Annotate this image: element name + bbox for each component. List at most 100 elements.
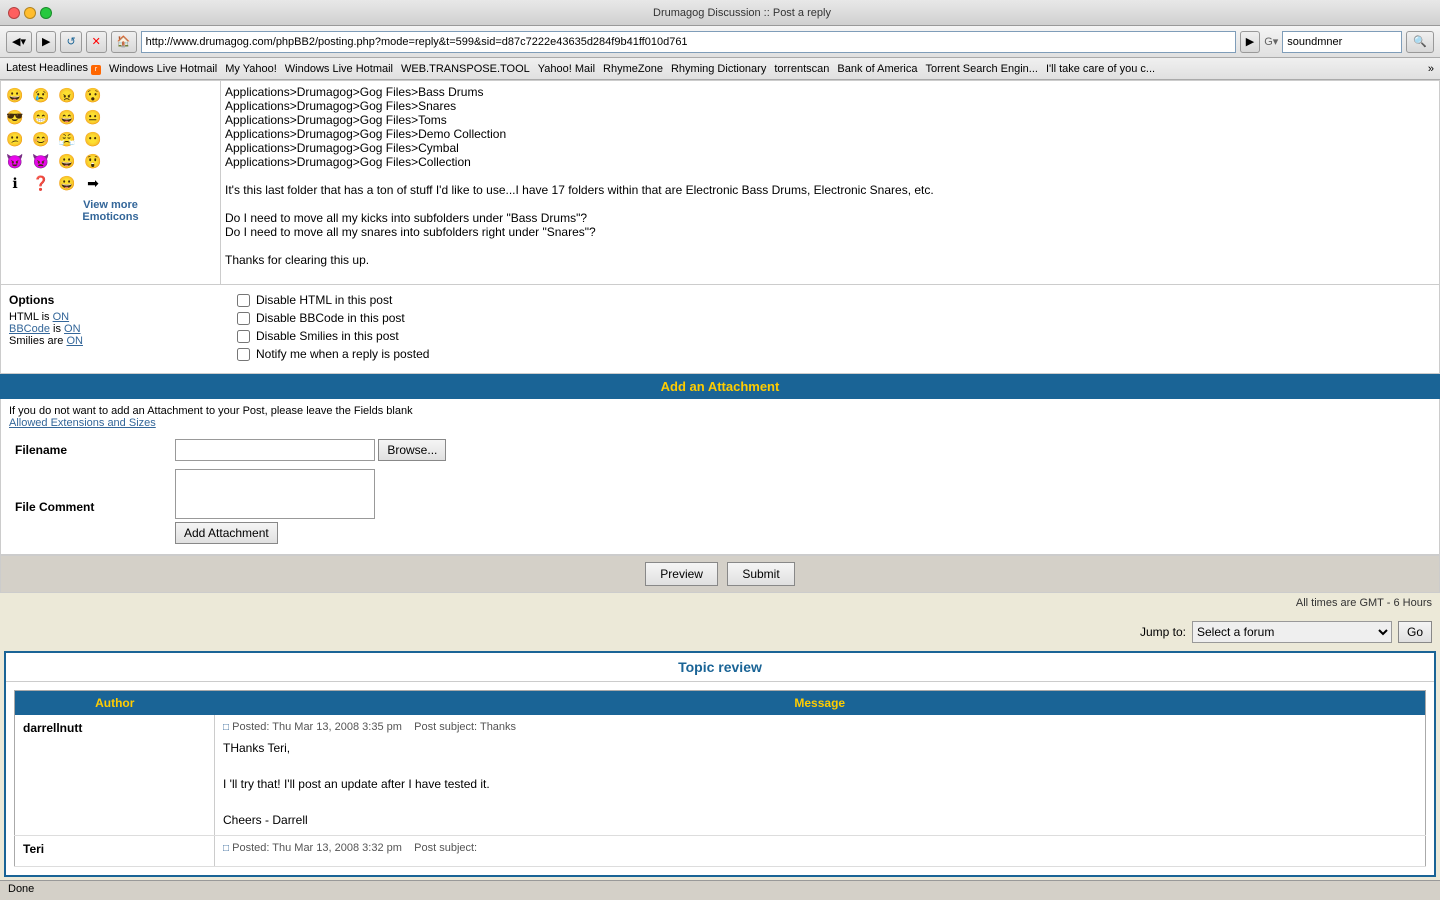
- address-bar[interactable]: [141, 31, 1236, 53]
- filename-label: Filename: [9, 435, 169, 465]
- emoticon-15[interactable]: 😀: [57, 151, 77, 171]
- maximize-button[interactable]: [40, 7, 52, 19]
- author-cell-2: Teri: [15, 836, 215, 867]
- browse-button[interactable]: Browse...: [378, 439, 446, 461]
- main-wrapper: 😀 😢 😠 😯 😎 😁 😄 😐 😕 😊 😤 😶 😈 👿 😀 😲: [0, 80, 1440, 593]
- bookmark-transpose[interactable]: WEB.TRANSPOSE.TOOL: [401, 63, 530, 75]
- emoticon-4[interactable]: 😯: [83, 85, 103, 105]
- notify-checkbox[interactable]: [237, 348, 250, 361]
- attachment-header: Add an Attachment: [0, 374, 1440, 399]
- bookmark-rhymezone[interactable]: RhymeZone: [603, 63, 663, 75]
- emoticon-14[interactable]: 👿: [31, 151, 51, 171]
- emoticon-16[interactable]: 😲: [83, 151, 103, 171]
- emoticon-11[interactable]: 😤: [57, 129, 77, 149]
- emoticons-panel: 😀 😢 😠 😯 😎 😁 😄 😐 😕 😊 😤 😶 😈 👿 😀 😲: [1, 81, 221, 284]
- disable-smilies-checkbox[interactable]: [237, 330, 250, 343]
- bookmark-yahoo[interactable]: My Yahoo!: [225, 63, 277, 75]
- options-left: Options HTML is ON BBCode is ON Smilies …: [9, 293, 229, 365]
- search-input[interactable]: [1282, 31, 1402, 53]
- html-status: HTML is ON: [9, 311, 229, 323]
- search-go-button[interactable]: 🔍: [1406, 31, 1434, 53]
- view-more-emoticons-link[interactable]: View moreEmoticons: [5, 199, 216, 223]
- author-cell-1: darrellnutt: [15, 715, 215, 836]
- file-comment-textarea[interactable]: [175, 469, 375, 519]
- bbcode-on-link[interactable]: ON: [64, 323, 81, 335]
- window-controls[interactable]: [8, 7, 52, 19]
- disable-smilies-label: Disable Smilies in this post: [256, 329, 399, 343]
- bookmark-yahoomail[interactable]: Yahoo! Mail: [538, 63, 595, 75]
- html-link[interactable]: ON: [53, 311, 70, 323]
- bookmark-torrentscan[interactable]: torrentscan: [774, 63, 829, 75]
- emoticon-7[interactable]: 😄: [57, 107, 77, 127]
- post-subject-1: Post subject: Thanks: [414, 721, 516, 733]
- jump-select[interactable]: Select a forum: [1192, 621, 1392, 643]
- stop-button[interactable]: ✕: [86, 31, 107, 53]
- emoticon-18[interactable]: ❓: [31, 173, 51, 193]
- refresh-button[interactable]: ↺: [60, 31, 81, 53]
- message-cell-2: □ Posted: Thu Mar 13, 2008 3:32 pm Post …: [215, 836, 1426, 867]
- disable-bbcode-checkbox[interactable]: [237, 312, 250, 325]
- submit-row: Preview Submit: [0, 555, 1440, 593]
- bookmark-rhyming[interactable]: Rhyming Dictionary: [671, 63, 766, 75]
- post-icon-1: □: [223, 722, 229, 733]
- post-body-1: THanks Teri, I 'll try that! I'll post a…: [223, 739, 1417, 829]
- bookmark-latest-headlines[interactable]: Latest Headlines r: [6, 62, 101, 75]
- emoticon-20[interactable]: ➡: [83, 173, 103, 193]
- disable-bbcode-label: Disable BBCode in this post: [256, 311, 405, 325]
- attachment-table: Filename Browse... File Comment Add Atta…: [9, 435, 1431, 548]
- forward-button[interactable]: ▶: [36, 31, 56, 53]
- emoticon-grid: 😀 😢 😠 😯 😎 😁 😄 😐 😕 😊 😤 😶 😈 👿 😀 😲: [5, 85, 216, 193]
- emoticon-10[interactable]: 😊: [31, 129, 51, 149]
- emoticon-13[interactable]: 😈: [5, 151, 25, 171]
- emoticon-17[interactable]: ℹ: [5, 173, 25, 193]
- go-button[interactable]: ▶: [1240, 31, 1260, 53]
- topic-review-header: Topic review: [6, 653, 1434, 682]
- emoticon-12[interactable]: 😶: [83, 129, 103, 149]
- emoticon-5[interactable]: 😎: [5, 107, 25, 127]
- filename-row: Filename Browse...: [9, 435, 1431, 465]
- jump-go-button[interactable]: Go: [1398, 621, 1432, 643]
- minimize-button[interactable]: [24, 7, 36, 19]
- topic-table: Author Message darrellnutt □ Posted: Thu…: [14, 690, 1426, 867]
- bookmark-hotmail2[interactable]: Windows Live Hotmail: [285, 63, 393, 75]
- options-right: Disable HTML in this post Disable BBCode…: [229, 293, 1431, 365]
- emoticon-1[interactable]: 😀: [5, 85, 25, 105]
- checkbox-notify: Notify me when a reply is posted: [237, 347, 1431, 361]
- emoticon-9[interactable]: 😕: [5, 129, 25, 149]
- bbcode-link[interactable]: BBCode: [9, 323, 50, 335]
- bookmark-care[interactable]: I'll take care of you c...: [1046, 63, 1155, 75]
- back-button[interactable]: ◀▾: [6, 31, 32, 53]
- emoticon-2[interactable]: 😢: [31, 85, 51, 105]
- more-bookmarks[interactable]: »: [1428, 63, 1434, 75]
- table-row: Teri □ Posted: Thu Mar 13, 2008 3:32 pm …: [15, 836, 1426, 867]
- smilies-link[interactable]: ON: [66, 335, 83, 347]
- home-button[interactable]: 🏠: [111, 31, 137, 53]
- bookmark-hotmail1[interactable]: Windows Live Hotmail: [109, 63, 217, 75]
- emoticon-3[interactable]: 😠: [57, 85, 77, 105]
- options-section: Options HTML is ON BBCode is ON Smilies …: [0, 285, 1440, 374]
- search-engine-label: G▾: [1264, 35, 1278, 48]
- message-textarea[interactable]: Applications>Drumagog>Gog Files>Bass Dru…: [221, 81, 1439, 281]
- emoticon-8[interactable]: 😐: [83, 107, 103, 127]
- close-button[interactable]: [8, 7, 20, 19]
- rss-icon: r: [91, 65, 101, 75]
- preview-button[interactable]: Preview: [645, 562, 718, 586]
- add-attachment-button[interactable]: Add Attachment: [175, 522, 278, 544]
- bookmark-boa[interactable]: Bank of America: [837, 63, 917, 75]
- topic-table-header-row: Author Message: [15, 691, 1426, 716]
- filename-input[interactable]: [175, 439, 375, 461]
- disable-html-label: Disable HTML in this post: [256, 293, 392, 307]
- allowed-extensions-link[interactable]: Allowed Extensions and Sizes: [9, 417, 156, 429]
- topic-review-content: Author Message darrellnutt □ Posted: Thu…: [6, 682, 1434, 875]
- bookmarks-bar: Latest Headlines r Windows Live Hotmail …: [0, 58, 1440, 80]
- post-date-1: Posted: Thu Mar 13, 2008 3:35 pm: [232, 721, 402, 733]
- emoticon-6[interactable]: 😁: [31, 107, 51, 127]
- submit-button[interactable]: Submit: [727, 562, 794, 586]
- post-meta-2: □ Posted: Thu Mar 13, 2008 3:32 pm Post …: [223, 842, 1417, 854]
- bookmark-torrent[interactable]: Torrent Search Engin...: [925, 63, 1038, 75]
- status-bar: Done: [0, 880, 1440, 900]
- post-meta-1: □ Posted: Thu Mar 13, 2008 3:35 pm Post …: [223, 721, 1417, 733]
- checkbox-bbcode: Disable BBCode in this post: [237, 311, 1431, 325]
- emoticon-19[interactable]: 😀: [57, 173, 77, 193]
- disable-html-checkbox[interactable]: [237, 294, 250, 307]
